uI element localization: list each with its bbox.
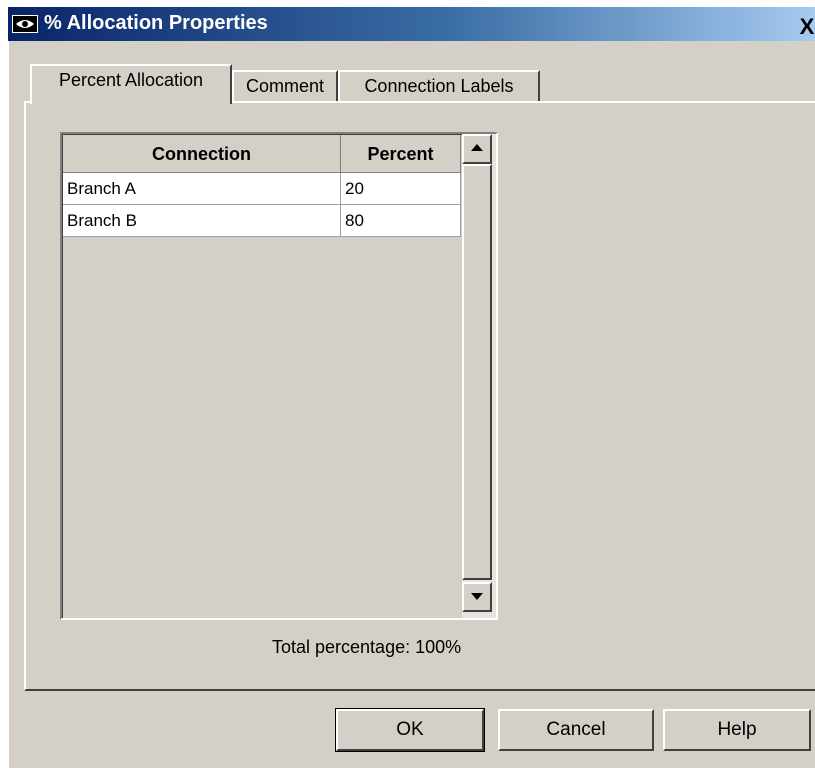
allocation-table[interactable]: Connection Percent Branch A 20 Branch B …	[60, 132, 498, 620]
help-button[interactable]: Help	[663, 709, 811, 751]
window-title: % Allocation Properties	[44, 12, 268, 34]
percent-cell[interactable]: 20	[341, 173, 461, 205]
total-percentage-label: Total percentage: 100%	[272, 637, 462, 657]
scroll-up-button[interactable]	[462, 134, 492, 164]
tab-connection-labels[interactable]: Connection Labels	[338, 70, 540, 102]
eye-icon	[12, 15, 38, 33]
tab-comment[interactable]: Comment	[232, 70, 338, 102]
column-header-connection[interactable]: Connection	[63, 135, 341, 173]
connection-cell[interactable]: Branch A	[63, 173, 341, 205]
title-bar[interactable]: % Allocation Properties X	[8, 7, 815, 41]
scroll-down-button[interactable]	[462, 582, 492, 612]
connection-cell[interactable]: Branch B	[63, 205, 341, 237]
ok-button[interactable]: OK	[335, 708, 485, 752]
percent-cell[interactable]: 80	[341, 205, 461, 237]
cancel-button[interactable]: Cancel	[498, 709, 654, 751]
vertical-scrollbar[interactable]	[462, 134, 496, 618]
scroll-thumb[interactable]	[462, 164, 492, 580]
arrow-up-icon	[471, 144, 483, 151]
table-body: Connection Percent Branch A 20 Branch B …	[62, 134, 462, 618]
tab-percent-allocation[interactable]: Percent Allocation	[30, 64, 232, 104]
column-header-percent[interactable]: Percent	[341, 135, 461, 173]
close-button[interactable]: X	[796, 16, 815, 38]
arrow-down-icon	[471, 593, 483, 600]
